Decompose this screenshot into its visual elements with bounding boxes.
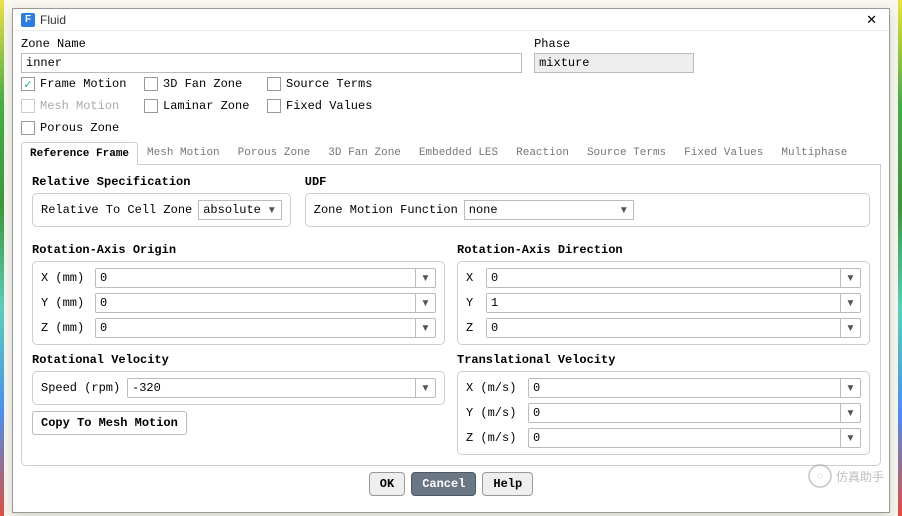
option-checks: ✓ Frame Motion 3D Fan Zone Source Terms … bbox=[21, 77, 881, 135]
tab-porous-zone[interactable]: Porous Zone bbox=[229, 141, 320, 164]
tab-fixed-values[interactable]: Fixed Values bbox=[675, 141, 772, 164]
check-laminar-zone[interactable]: Laminar Zone bbox=[144, 99, 259, 113]
check-porous-zone[interactable]: Porous Zone bbox=[21, 121, 136, 135]
trans-vel-x-label: X (m/s) bbox=[466, 381, 522, 395]
phase-input[interactable] bbox=[534, 53, 694, 73]
fluid-dialog: F Fluid ✕ Zone Name Phase ✓ Frame Motion… bbox=[12, 8, 890, 513]
rot-dir-y-label: Y bbox=[466, 296, 480, 310]
chevron-down-icon[interactable]: ▼ bbox=[415, 269, 435, 287]
tab-multiphase[interactable]: Multiphase bbox=[772, 141, 856, 164]
tab-reference-frame[interactable]: Reference Frame bbox=[21, 142, 138, 165]
copy-to-mesh-motion-button[interactable]: Copy To Mesh Motion bbox=[32, 411, 187, 435]
check-source-terms[interactable]: Source Terms bbox=[267, 77, 382, 91]
check-mesh-motion: Mesh Motion bbox=[21, 99, 136, 113]
cancel-button[interactable]: Cancel bbox=[411, 472, 476, 496]
udf-dropdown[interactable]: none ▼ bbox=[464, 200, 634, 220]
ok-button[interactable]: OK bbox=[369, 472, 405, 496]
rot-origin-x-label: X (mm) bbox=[41, 271, 89, 285]
rot-origin-z-label: Z (mm) bbox=[41, 321, 89, 335]
app-icon: F bbox=[21, 13, 35, 27]
udf-title: UDF bbox=[305, 175, 870, 189]
rot-origin-y-label: Y (mm) bbox=[41, 296, 89, 310]
trans-vel-y-input[interactable]: ▼ bbox=[528, 403, 861, 423]
reference-frame-panel: Relative Specification Relative To Cell … bbox=[21, 165, 881, 466]
rot-origin-title: Rotation-Axis Origin bbox=[32, 243, 445, 257]
trans-vel-y-label: Y (m/s) bbox=[466, 406, 522, 420]
relative-spec-title: Relative Specification bbox=[32, 175, 291, 189]
chevron-down-icon: ▼ bbox=[267, 205, 277, 216]
chevron-down-icon[interactable]: ▼ bbox=[840, 404, 860, 422]
chevron-down-icon[interactable]: ▼ bbox=[840, 319, 860, 337]
chevron-down-icon[interactable]: ▼ bbox=[415, 379, 435, 397]
close-icon[interactable]: ✕ bbox=[862, 12, 881, 28]
tab-reaction[interactable]: Reaction bbox=[507, 141, 578, 164]
tab-3d-fan-zone[interactable]: 3D Fan Zone bbox=[319, 141, 410, 164]
rot-dir-z-input[interactable]: ▼ bbox=[486, 318, 861, 338]
chevron-down-icon[interactable]: ▼ bbox=[840, 294, 860, 312]
rot-vel-speed-label: Speed (rpm) bbox=[41, 381, 121, 395]
rot-origin-x-input[interactable]: ▼ bbox=[95, 268, 436, 288]
trans-vel-z-label: Z (m/s) bbox=[466, 431, 522, 445]
rot-dir-x-input[interactable]: ▼ bbox=[486, 268, 861, 288]
trans-vel-x-input[interactable]: ▼ bbox=[528, 378, 861, 398]
zone-name-input[interactable] bbox=[21, 53, 522, 73]
rot-dir-y-input[interactable]: ▼ bbox=[486, 293, 861, 313]
check-frame-motion[interactable]: ✓ Frame Motion bbox=[21, 77, 136, 91]
rot-origin-y-input[interactable]: ▼ bbox=[95, 293, 436, 313]
phase-label: Phase bbox=[534, 37, 881, 51]
chevron-down-icon[interactable]: ▼ bbox=[840, 269, 860, 287]
check-fixed-values[interactable]: Fixed Values bbox=[267, 99, 382, 113]
tab-source-terms[interactable]: Source Terms bbox=[578, 141, 675, 164]
rot-dir-z-label: Z bbox=[466, 321, 480, 335]
zone-name-label: Zone Name bbox=[21, 37, 522, 51]
rot-dir-x-label: X bbox=[466, 271, 480, 285]
chevron-down-icon[interactable]: ▼ bbox=[840, 429, 860, 447]
dialog-footer: OK Cancel Help bbox=[21, 466, 881, 504]
rot-origin-z-input[interactable]: ▼ bbox=[95, 318, 436, 338]
tab-embedded-les[interactable]: Embedded LES bbox=[410, 141, 507, 164]
tabstrip: Reference Frame Mesh Motion Porous Zone … bbox=[21, 141, 881, 165]
chevron-down-icon[interactable]: ▼ bbox=[840, 379, 860, 397]
chevron-down-icon: ▼ bbox=[619, 205, 629, 216]
tab-mesh-motion[interactable]: Mesh Motion bbox=[138, 141, 229, 164]
chevron-down-icon[interactable]: ▼ bbox=[415, 319, 435, 337]
window-title: Fluid bbox=[40, 13, 862, 27]
chevron-down-icon[interactable]: ▼ bbox=[415, 294, 435, 312]
relative-spec-label: Relative To Cell Zone bbox=[41, 203, 192, 217]
help-button[interactable]: Help bbox=[482, 472, 533, 496]
check-3d-fan-zone[interactable]: 3D Fan Zone bbox=[144, 77, 259, 91]
trans-vel-z-input[interactable]: ▼ bbox=[528, 428, 861, 448]
rot-vel-speed-input[interactable]: ▼ bbox=[127, 378, 436, 398]
rot-vel-title: Rotational Velocity bbox=[32, 353, 445, 367]
trans-vel-title: Translational Velocity bbox=[457, 353, 870, 367]
titlebar: F Fluid ✕ bbox=[13, 9, 889, 31]
udf-label: Zone Motion Function bbox=[314, 203, 458, 217]
relative-spec-dropdown[interactable]: absolute ▼ bbox=[198, 200, 282, 220]
rot-dir-title: Rotation-Axis Direction bbox=[457, 243, 870, 257]
